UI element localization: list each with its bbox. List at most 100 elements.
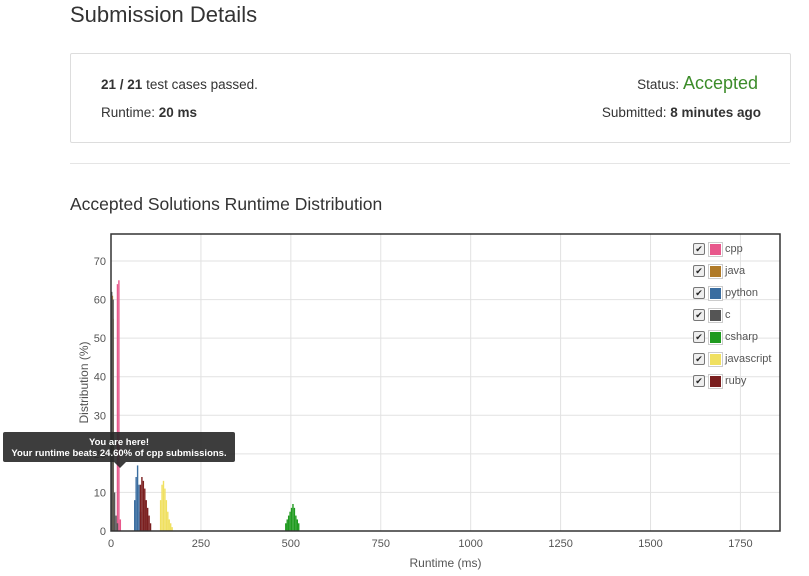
x-tick-label: 1250 <box>548 538 572 550</box>
legend-checkbox-javascript[interactable]: ✔ <box>693 353 705 365</box>
bar-javascript <box>169 523 172 531</box>
bar-csharp <box>292 504 294 531</box>
status-row: Status: Accepted <box>637 73 758 94</box>
x-tick-label: 1750 <box>728 538 752 550</box>
status-value[interactable]: Accepted <box>683 73 758 93</box>
bar-ruby <box>141 477 143 531</box>
tooltip-line-1: You are here! <box>88 437 149 448</box>
bar-csharp <box>295 515 297 531</box>
y-tick-label: 60 <box>94 295 106 307</box>
chart-legend: ✔ cpp ✔ java ✔ python ✔ c ✔ csharp ✔ javascript ✔ rub… <box>693 238 783 392</box>
bar-ruby <box>142 480 145 531</box>
legend-label-csharp: csharp <box>725 331 759 343</box>
bar-csharp <box>293 507 296 531</box>
page-title: Submission Details <box>70 2 258 27</box>
runtime-distribution-chart: 0250500750100012501500175001020304050607… <box>77 233 781 570</box>
legend-item-cpp[interactable]: ✔ cpp <box>693 238 783 260</box>
bar-javascript <box>162 480 165 531</box>
legend-swatch-python <box>708 285 723 301</box>
bar-ruby <box>144 488 146 531</box>
legend-label-java: java <box>725 265 746 277</box>
legend-swatch-java <box>708 263 723 279</box>
bar-csharp <box>286 519 288 531</box>
passed-count: 21 <box>101 77 117 92</box>
legend-label-cpp: cpp <box>725 243 743 255</box>
passed-suffix: test cases passed. <box>142 77 258 92</box>
x-axis-label: Runtime (ms) <box>409 556 481 570</box>
bar-csharp <box>290 507 293 531</box>
plot-frame <box>110 233 781 532</box>
runtime-value: 20 ms <box>158 105 198 120</box>
x-tick-label: 1500 <box>638 538 662 550</box>
legend-swatch-javascript <box>708 351 723 367</box>
legend-checkbox-cpp[interactable]: ✔ <box>693 243 705 255</box>
x-tick-label: 1000 <box>458 538 482 550</box>
bar-csharp <box>289 511 291 531</box>
legend-item-python[interactable]: ✔ python <box>693 282 783 304</box>
bar-cpp <box>119 519 122 531</box>
legend-label-javascript: javascript <box>725 353 772 365</box>
bar-c <box>112 299 114 531</box>
bar-csharp <box>287 515 290 531</box>
legend-label-c: c <box>725 309 731 321</box>
legend-checkbox-c[interactable]: ✔ <box>693 309 705 321</box>
tooltip-line-2: Your runtime beats 24.60% of cpp submiss… <box>11 448 227 459</box>
x-tick-label: 750 <box>372 538 390 550</box>
x-tick-label: 250 <box>192 538 210 550</box>
test-cases-summary: 21 / 21 test cases passed. <box>101 77 258 92</box>
legend-checkbox-csharp[interactable]: ✔ <box>693 331 705 343</box>
bar-python <box>135 477 137 531</box>
bar-c <box>115 515 117 531</box>
bar-ruby <box>146 507 149 531</box>
legend-checkbox-python[interactable]: ✔ <box>693 287 705 299</box>
bar-python <box>134 500 136 531</box>
bar-ruby <box>145 500 147 531</box>
bar-cpp <box>116 284 119 531</box>
submission-details-panel: 21 / 21 test cases passed. Runtime: 20 m… <box>70 53 791 143</box>
legend-item-java[interactable]: ✔ java <box>693 260 783 282</box>
runtime-label: Runtime: <box>101 105 159 120</box>
x-tick-label: 0 <box>108 538 114 550</box>
legend-swatch-csharp <box>708 329 723 345</box>
legend-swatch-cpp <box>708 241 723 257</box>
bar-cpp <box>118 280 120 531</box>
legend-checkbox-ruby[interactable]: ✔ <box>693 375 705 387</box>
legend-swatch-ruby <box>708 373 723 389</box>
bar-ruby <box>148 515 150 531</box>
divider <box>70 163 790 164</box>
x-tick-label: 500 <box>282 538 300 550</box>
legend-item-ruby[interactable]: ✔ ruby <box>693 370 783 392</box>
chart-bars <box>111 280 300 531</box>
bar-csharp <box>285 523 287 531</box>
y-tick-label: 0 <box>100 526 106 538</box>
bar-csharp <box>296 519 298 531</box>
legend-item-c[interactable]: ✔ c <box>693 304 783 326</box>
y-axis-label: Distribution (%) <box>77 341 91 423</box>
y-tick-label: 70 <box>94 256 106 268</box>
y-tick-label: 50 <box>94 333 106 345</box>
legend-checkbox-java[interactable]: ✔ <box>693 265 705 277</box>
bar-javascript <box>164 488 166 531</box>
bar-javascript <box>159 500 162 531</box>
chart-ticks: 0250500750100012501500175001020304050607… <box>94 256 753 550</box>
legend-item-javascript[interactable]: ✔ javascript <box>693 348 783 370</box>
y-tick-label: 30 <box>94 410 106 422</box>
bar-c <box>113 492 116 531</box>
legend-item-csharp[interactable]: ✔ csharp <box>693 326 783 348</box>
bar-c <box>116 523 119 531</box>
section-title: Accepted Solutions Runtime Distribution <box>70 194 383 214</box>
bar-ruby <box>139 484 142 531</box>
status-label: Status: <box>637 77 683 92</box>
submitted-row: Submitted: 8 minutes ago <box>602 105 761 120</box>
legend-label-python: python <box>725 287 759 299</box>
runtime-row: Runtime: 20 ms <box>101 105 197 120</box>
bar-python <box>136 465 139 531</box>
bar-javascript <box>167 511 169 531</box>
y-tick-label: 10 <box>94 487 106 499</box>
bar-javascript <box>161 484 163 531</box>
submitted-label: Submitted: <box>601 105 671 120</box>
legend-swatch-c <box>708 307 723 323</box>
submitted-value: 8 minutes ago <box>670 105 761 120</box>
y-tick-label: 40 <box>94 372 106 384</box>
bar-python <box>138 484 140 531</box>
